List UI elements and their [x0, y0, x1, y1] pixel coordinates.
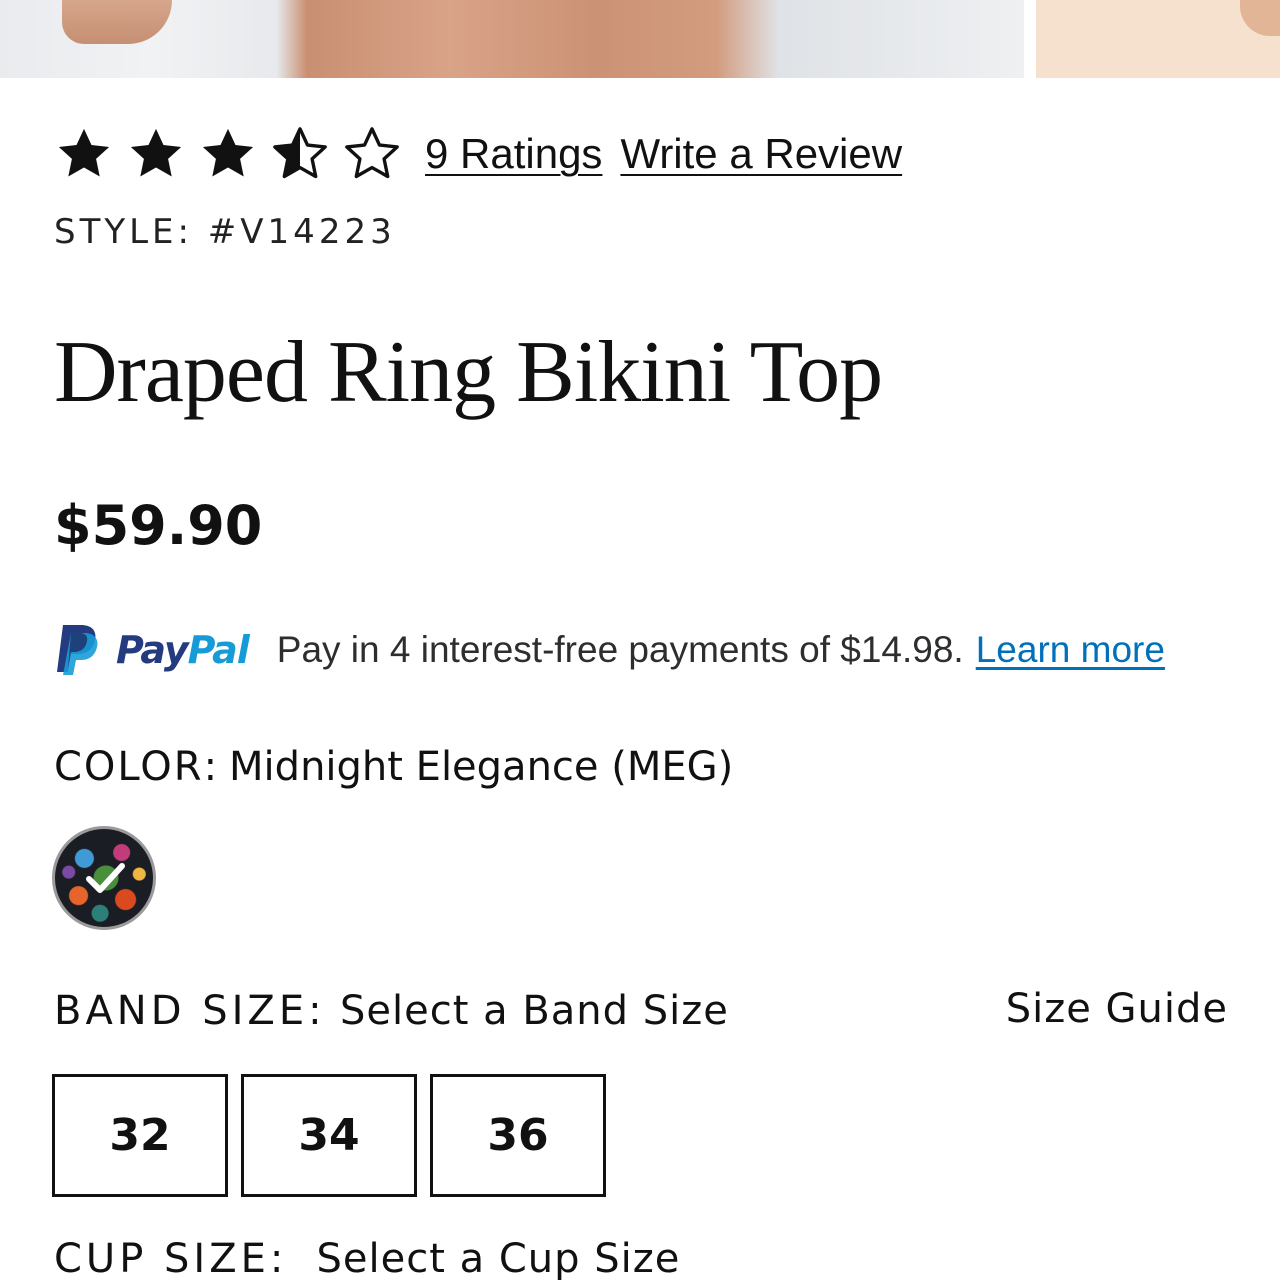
star-filled-icon: [130, 128, 182, 177]
hero-thumb-detail: [1240, 0, 1280, 36]
star-rating: [55, 125, 415, 183]
write-review-link[interactable]: Write a Review: [620, 130, 902, 178]
paypal-p-icon: [57, 625, 98, 675]
product-image-carousel[interactable]: [0, 0, 1280, 78]
band-size-options: 32 34 36: [52, 1074, 619, 1197]
color-selection-label: COLOR : Midnight Elegance (MEG): [54, 744, 733, 790]
carousel-gap: [1024, 0, 1036, 78]
paypal-wordmark: PayPal: [116, 628, 250, 672]
star-filled-icon: [202, 128, 254, 177]
band-size-header: BAND SIZE: Select a Band Size Size Guide: [54, 986, 1228, 1044]
color-colon: :: [203, 744, 218, 790]
paypal-learn-more-link[interactable]: Learn more: [976, 629, 1165, 671]
band-size-label: BAND SIZE:: [54, 988, 326, 1034]
band-size-prompt: Select a Band Size: [340, 988, 729, 1034]
color-label: COLOR: [54, 744, 204, 790]
cup-size-label: CUP SIZE:: [54, 1236, 288, 1280]
product-title: Draped Ring Bikini Top: [54, 324, 883, 421]
band-size-option-36[interactable]: 36: [430, 1074, 606, 1197]
paypal-wordmark-pay: Pay: [116, 628, 189, 672]
paypal-pay-later-message: PayPal Pay in 4 interest-free payments o…: [54, 620, 1165, 680]
star-half-icon: [273, 127, 327, 179]
product-image-next[interactable]: [1036, 0, 1280, 78]
star-filled-icon: [58, 128, 110, 177]
size-guide-link[interactable]: Size Guide: [1006, 986, 1228, 1032]
paypal-wordmark-pal: Pal: [187, 628, 250, 672]
style-number: STYLE: #V14223: [54, 212, 396, 252]
rating-row: 9 Ratings Write a Review: [55, 124, 902, 184]
cup-size-header: CUP SIZE: Select a Cup Size: [54, 1236, 680, 1280]
star-empty-icon: [345, 127, 399, 179]
paypal-logo: PayPal: [54, 623, 250, 677]
band-size-option-34[interactable]: 34: [241, 1074, 417, 1197]
color-swatch-midnight-elegance[interactable]: [52, 826, 156, 930]
cup-size-prompt: Select a Cup Size: [316, 1236, 681, 1280]
selected-color-name: Midnight Elegance (MEG): [229, 744, 734, 790]
band-size-option-32[interactable]: 32: [52, 1074, 228, 1197]
hero-image-detail: [62, 0, 172, 44]
checkmark-icon: [86, 863, 125, 893]
product-price: $59.90: [54, 494, 263, 557]
product-image-main[interactable]: [0, 0, 1024, 78]
paypal-message-text: Pay in 4 interest-free payments of $14.9…: [276, 629, 964, 670]
ratings-count-link[interactable]: 9 Ratings: [425, 130, 602, 178]
